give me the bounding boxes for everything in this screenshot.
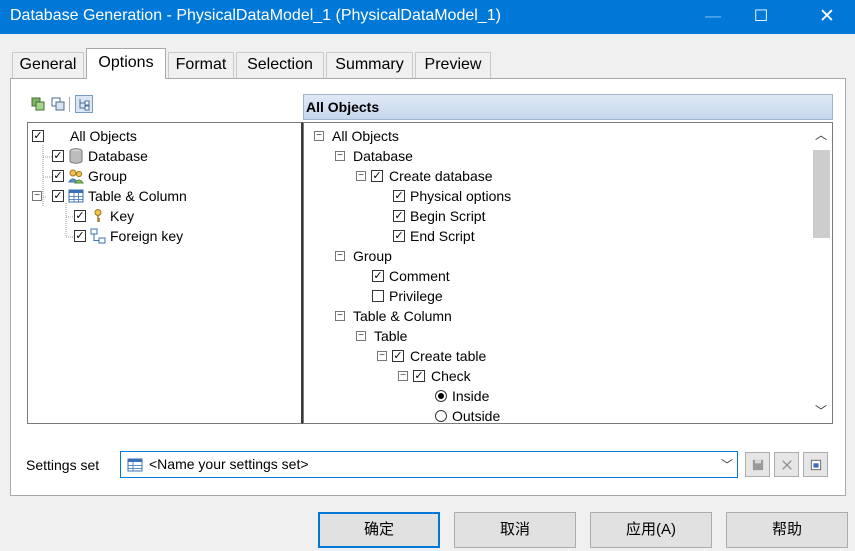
collapse-toggle[interactable]: −: [335, 251, 345, 261]
collapse-toggle[interactable]: −: [335, 151, 345, 161]
left-tree-item[interactable]: ✓ Group: [52, 166, 292, 186]
delete-icon: [781, 460, 792, 470]
load-icon: [810, 459, 821, 471]
delete-settings-button[interactable]: [774, 452, 799, 477]
chevron-down-icon[interactable]: ﹀: [721, 456, 733, 473]
window-title: Database Generation - PhysicalDataModel_…: [10, 7, 501, 24]
checkbox[interactable]: ✓: [52, 170, 64, 182]
tab-options[interactable]: Options: [86, 48, 166, 79]
title-bar: Database Generation - PhysicalDataModel_…: [0, 0, 855, 34]
table-icon: [68, 189, 84, 203]
settings-set-icon: [127, 458, 143, 472]
left-tree-item[interactable]: − ✓ Table & Column: [32, 186, 292, 206]
checkbox[interactable]: ✓: [74, 210, 86, 222]
options-tree-item[interactable]: Privilege: [372, 286, 792, 306]
toolbar-separator: [69, 97, 70, 112]
checkbox[interactable]: ✓: [372, 270, 384, 282]
checkbox[interactable]: ✓: [52, 150, 64, 162]
options-tree: − All Objects − Database − ✓ Create data…: [303, 122, 833, 424]
left-tree-item[interactable]: ✓ Key: [74, 206, 294, 226]
tab-format[interactable]: Format: [168, 52, 234, 78]
close-button[interactable]: ✕: [804, 0, 850, 34]
minimize-button[interactable]: —: [690, 0, 736, 34]
options-tree-item[interactable]: ✓ Begin Script: [393, 206, 793, 226]
tab-general[interactable]: General: [12, 52, 84, 78]
options-tree-item[interactable]: Inside: [435, 386, 795, 406]
maximize-button[interactable]: ☐: [738, 0, 784, 34]
settings-set-combo[interactable]: <Name your settings set> ﹀: [120, 451, 738, 478]
options-tree-item[interactable]: − Table & Column: [335, 306, 795, 326]
cancel-button[interactable]: 取消: [454, 512, 576, 548]
checkbox[interactable]: ✓: [393, 190, 405, 202]
options-tree-item[interactable]: − Group: [335, 246, 795, 266]
radio-outside[interactable]: [435, 410, 447, 422]
left-tree-item[interactable]: ✓ Database: [52, 146, 292, 166]
foreign-key-icon: [90, 228, 106, 244]
checkbox[interactable]: [372, 290, 384, 302]
options-tree-item[interactable]: ✓ Comment: [372, 266, 792, 286]
radio-inside[interactable]: [435, 390, 447, 402]
tree-view-icon[interactable]: [75, 95, 93, 113]
deselect-all-icon[interactable]: [51, 97, 65, 111]
checkbox[interactable]: ✓: [393, 230, 405, 242]
settings-set-label: Settings set: [26, 457, 100, 473]
options-tree-item[interactable]: − All Objects: [314, 126, 794, 146]
collapse-toggle[interactable]: −: [356, 331, 366, 341]
left-toolbar: [27, 94, 303, 118]
group-icon: [68, 169, 84, 184]
checkbox[interactable]: ✓: [32, 130, 44, 142]
checkbox[interactable]: ✓: [371, 170, 383, 182]
checkbox[interactable]: ✓: [393, 210, 405, 222]
checkbox[interactable]: ✓: [52, 190, 64, 202]
collapse-toggle[interactable]: −: [377, 351, 387, 361]
vertical-scrollbar[interactable]: ︿ ﹀: [811, 124, 831, 422]
options-tree-item[interactable]: − ✓ Create table: [377, 346, 797, 366]
scroll-down-icon[interactable]: ﹀: [811, 402, 831, 420]
options-tree-item[interactable]: ✓ Physical options: [393, 186, 793, 206]
tab-preview[interactable]: Preview: [415, 52, 491, 78]
collapse-toggle[interactable]: −: [398, 371, 408, 381]
object-tree: ✓ All Objects ✓ Database ✓ Group − ✓ Tab…: [27, 122, 303, 424]
options-tree-item[interactable]: Outside: [435, 406, 795, 423]
scroll-up-icon[interactable]: ︿: [811, 126, 831, 144]
key-icon: [94, 209, 102, 222]
collapse-toggle[interactable]: −: [356, 171, 366, 181]
tab-selection[interactable]: Selection: [236, 52, 324, 78]
options-header: All Objects: [303, 94, 833, 120]
help-button[interactable]: 帮助: [726, 512, 848, 548]
options-tree-item[interactable]: − ✓ Create database: [356, 166, 796, 186]
tab-summary[interactable]: Summary: [326, 52, 413, 78]
left-tree-item[interactable]: ✓ All Objects: [32, 126, 292, 146]
options-tree-item[interactable]: ✓ End Script: [393, 226, 793, 246]
save-icon: [752, 459, 763, 471]
options-tree-item[interactable]: − Table: [356, 326, 796, 346]
ok-button[interactable]: 确定: [318, 512, 440, 548]
options-tree-item[interactable]: − ✓ Check: [398, 366, 798, 386]
options-tree-item[interactable]: − Database: [335, 146, 795, 166]
checkbox[interactable]: ✓: [413, 370, 425, 382]
select-all-icon[interactable]: [31, 97, 45, 111]
settings-set-value: <Name your settings set>: [149, 456, 309, 472]
collapse-toggle[interactable]: −: [32, 191, 42, 201]
scroll-thumb[interactable]: [813, 150, 830, 238]
load-settings-button[interactable]: [803, 452, 828, 477]
checkbox[interactable]: ✓: [392, 350, 404, 362]
apply-button[interactable]: 应用(A): [590, 512, 712, 548]
collapse-toggle[interactable]: −: [314, 131, 324, 141]
database-icon: [69, 148, 83, 164]
left-tree-item[interactable]: ✓ Foreign key: [74, 226, 294, 246]
checkbox[interactable]: ✓: [74, 230, 86, 242]
save-settings-button[interactable]: [745, 452, 770, 477]
collapse-toggle[interactable]: −: [335, 311, 345, 321]
